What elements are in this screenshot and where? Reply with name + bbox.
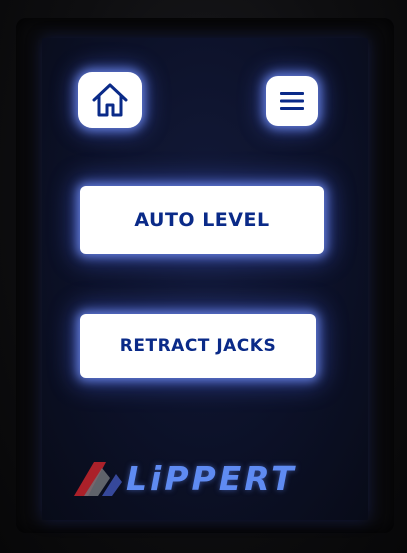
lippert-logo-mark-icon (74, 462, 122, 496)
brand-name: LiPPERT (126, 458, 297, 498)
auto-level-button[interactable]: AUTO LEVEL (80, 186, 324, 254)
auto-level-label: AUTO LEVEL (134, 209, 270, 231)
home-button[interactable] (78, 72, 142, 128)
menu-button[interactable] (266, 76, 318, 126)
home-icon (92, 83, 128, 117)
retract-jacks-label: RETRACT JACKS (119, 336, 277, 356)
retract-jacks-button[interactable]: RETRACT JACKS (80, 314, 316, 378)
lippert-logo: LiPPERT (72, 456, 338, 500)
control-panel-device: AUTO LEVEL RETRACT JACKS LiPPERT (0, 0, 407, 553)
hamburger-menu-icon (280, 92, 304, 110)
